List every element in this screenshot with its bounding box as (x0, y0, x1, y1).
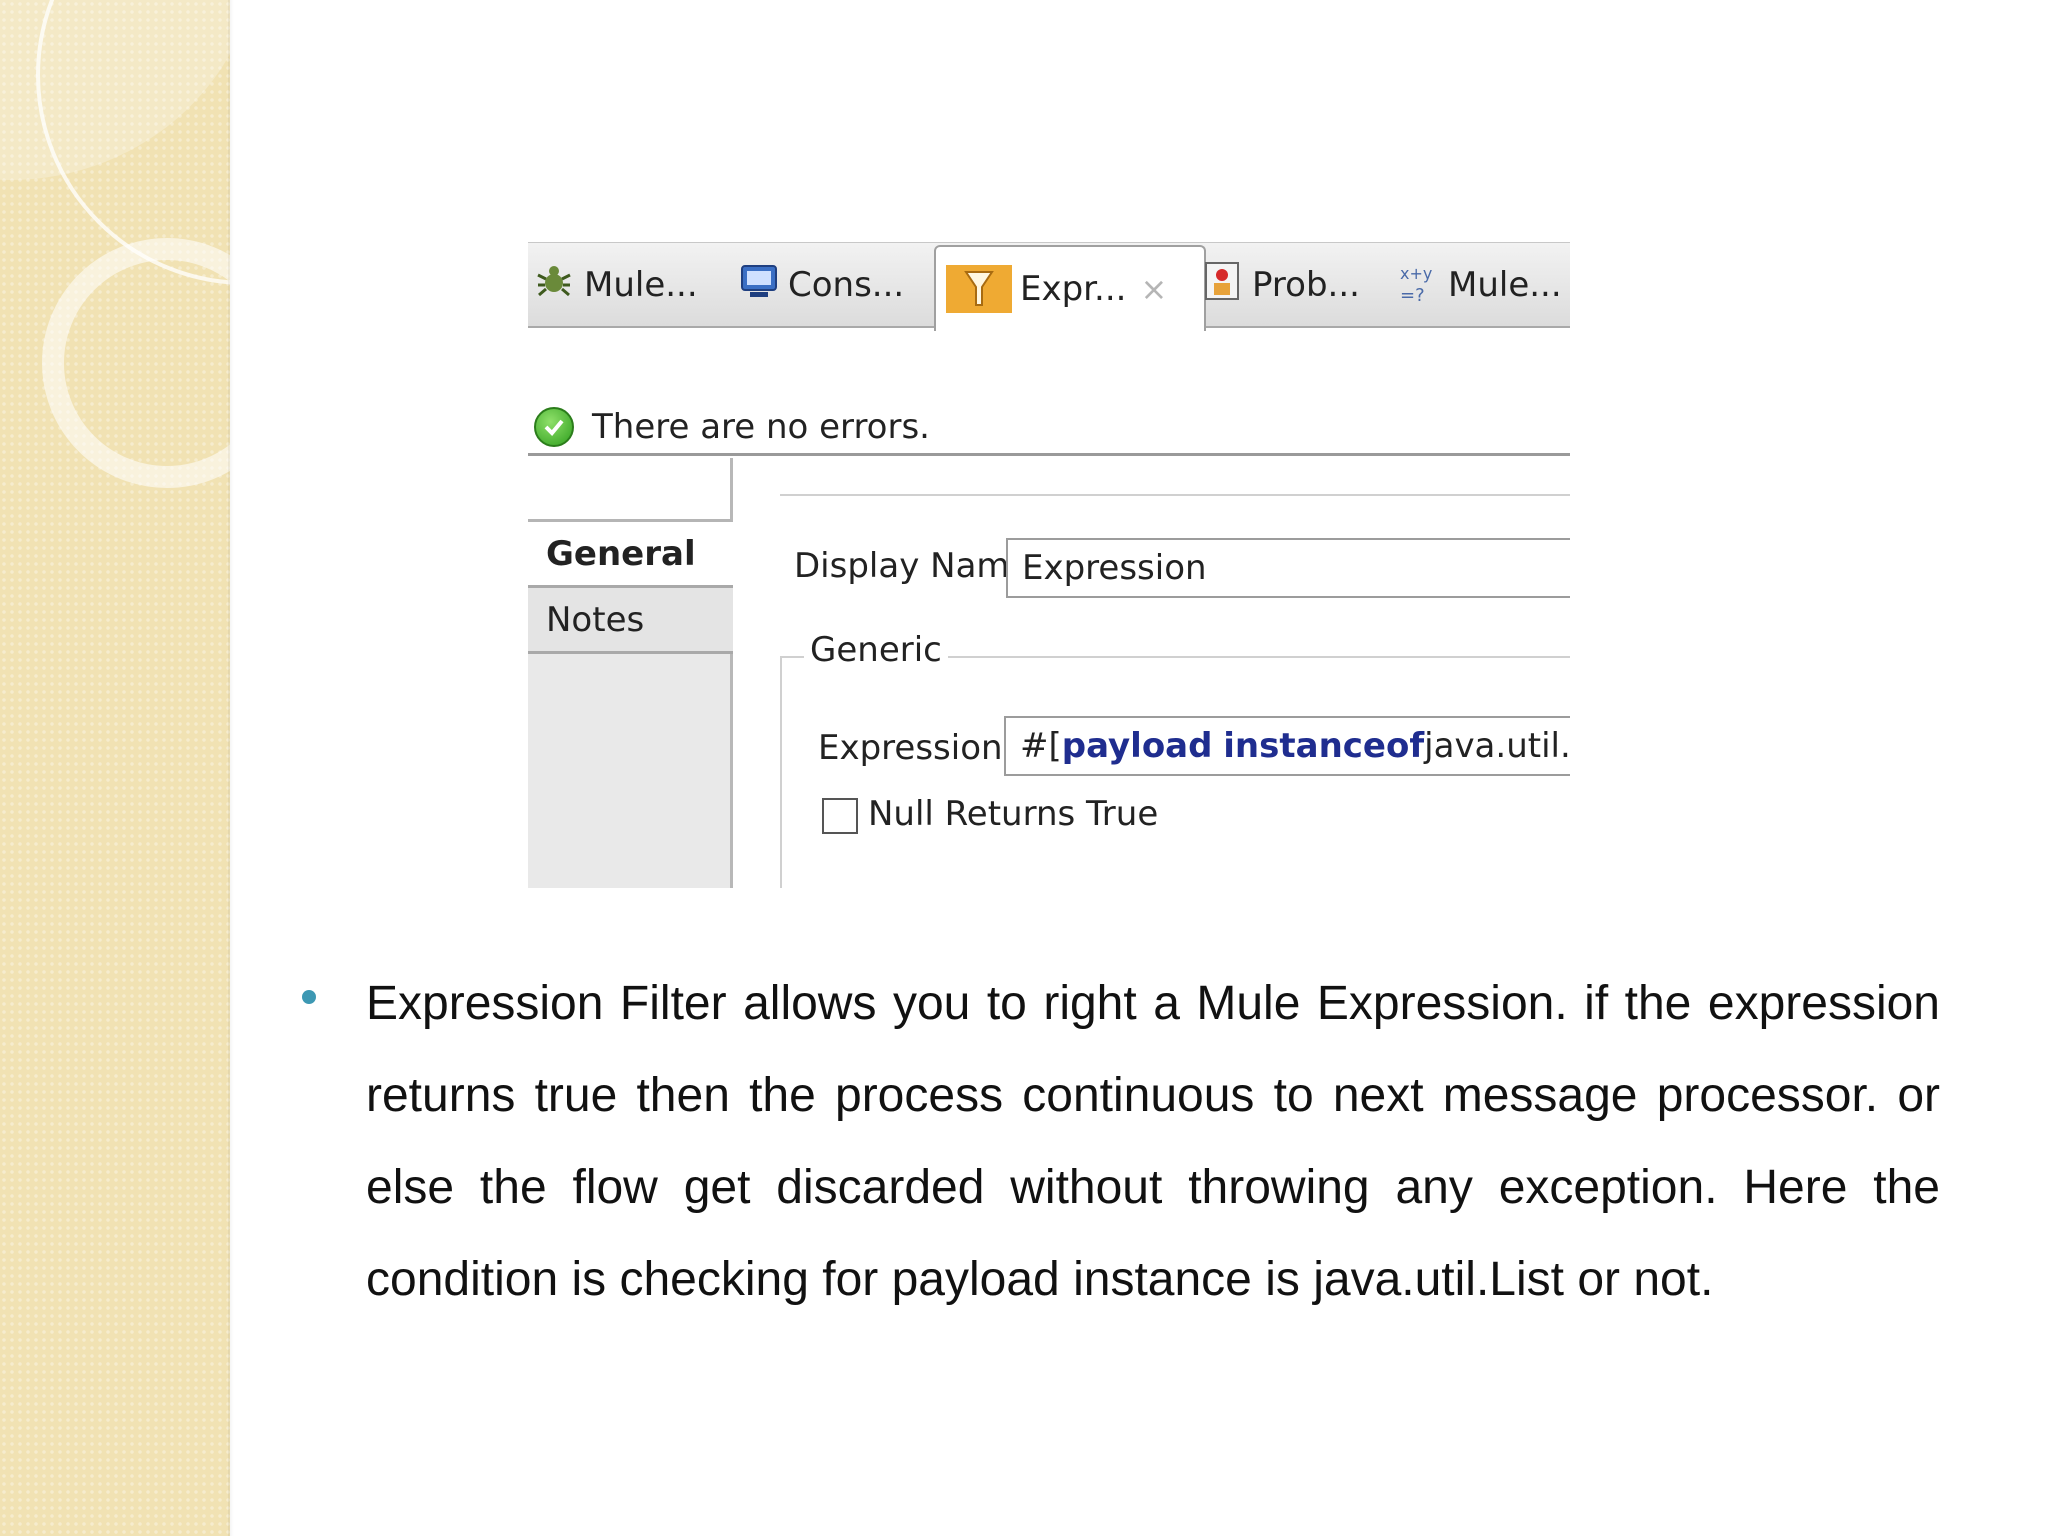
tab-console[interactable]: Cons... (738, 243, 904, 327)
decorative-ring-small (42, 238, 230, 488)
expression-input[interactable]: #[payload instanceof java.util.List] (1004, 716, 1570, 776)
display-name-input[interactable] (1006, 538, 1570, 598)
slide-body-text: Expression Filter allows you to right a … (366, 977, 1940, 1306)
tab-label: Expr... (1020, 269, 1127, 309)
expression-evaluator-icon: x+y =? (1398, 261, 1440, 310)
check-circle-icon (534, 406, 574, 447)
tab-label: Mule... (584, 265, 698, 305)
property-sections-sidebar: General Notes (528, 458, 733, 888)
console-icon (738, 260, 780, 311)
tab-expression[interactable]: Expr... × (934, 245, 1206, 331)
expression-keyword-payload: payload (1061, 726, 1213, 766)
view-tab-bar: Mule... Cons... Expr... × Prob... x+y =?… (528, 242, 1570, 331)
tab-problems[interactable]: Prob... (1202, 243, 1360, 327)
null-returns-true-label: Null Returns True (868, 794, 1159, 834)
sidebar-item-notes[interactable]: Notes (528, 588, 733, 654)
svg-text:x+y: x+y (1400, 264, 1432, 283)
tab-mule-expression-evaluator[interactable]: x+y =? Mule... (1398, 243, 1562, 327)
sidebar-spacer (528, 458, 733, 522)
expression-prefix: #[ (1020, 726, 1062, 766)
svg-text:=?: =? (1400, 285, 1425, 306)
status-message: There are no errors. (592, 406, 930, 447)
form-divider (780, 494, 1570, 496)
display-name-label: Display Name: (794, 546, 1042, 586)
general-properties-form: Display Name: Generic Expression: #[payl… (738, 458, 1570, 888)
properties-panel-screenshot: Mule... Cons... Expr... × Prob... x+y =?… (528, 238, 1570, 888)
validation-status: There are no errors. (528, 400, 1570, 456)
bug-icon (532, 259, 576, 312)
sidebar-item-general[interactable]: General (528, 522, 733, 588)
bullet-dot (302, 990, 316, 1004)
close-icon[interactable]: × (1140, 270, 1167, 308)
tab-label: Mule... (1448, 265, 1562, 305)
filter-icon (946, 265, 1012, 313)
expression-rest: java.util.List] (1424, 726, 1570, 766)
expression-label: Expression: (818, 728, 1015, 768)
strip-shadow (228, 0, 234, 1536)
null-returns-true-checkbox[interactable] (822, 798, 858, 834)
tab-label: Prob... (1252, 265, 1360, 305)
tab-mule-debugger[interactable]: Mule... (532, 243, 698, 327)
tab-label: Cons... (788, 265, 905, 305)
problems-icon (1202, 259, 1244, 312)
expression-keyword-instanceof: instanceof (1223, 726, 1425, 766)
generic-group-label: Generic (804, 630, 948, 670)
decorative-side-strip (0, 0, 230, 1536)
